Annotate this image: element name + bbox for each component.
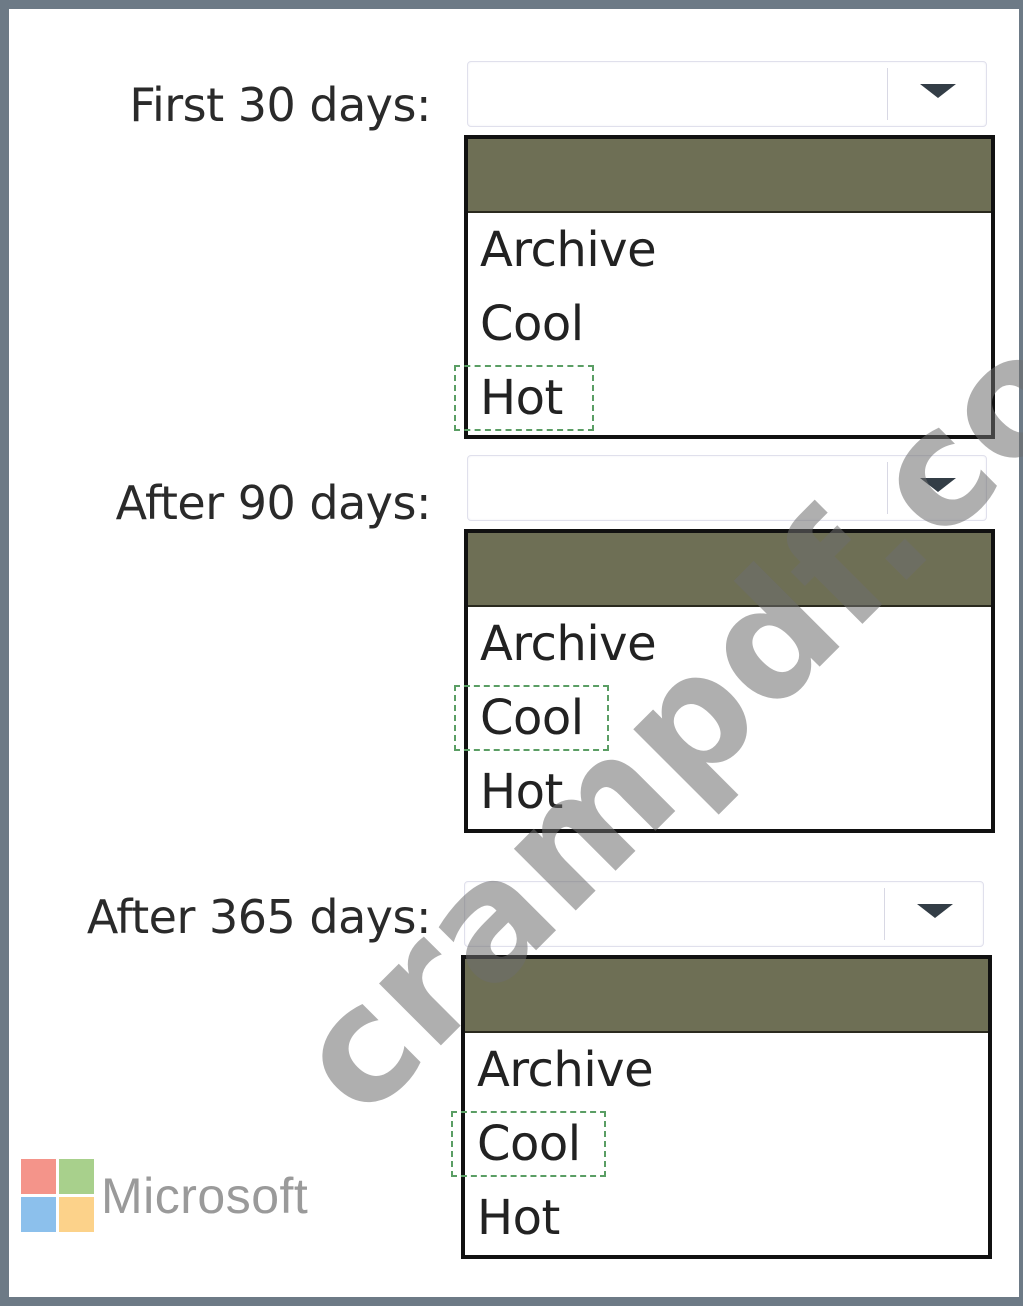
option-hot-highlighted[interactable]: Hot <box>454 361 991 435</box>
option-cool-highlighted[interactable]: Cool <box>454 681 991 755</box>
listbox-first-30-days: Archive Cool Hot <box>454 135 995 439</box>
option-hot[interactable]: Hot <box>468 755 991 829</box>
chevron-down-icon[interactable] <box>920 84 956 98</box>
option-cool[interactable]: Cool <box>468 287 991 361</box>
option-archive[interactable]: Archive <box>468 213 991 287</box>
microsoft-wordmark: Microsoft <box>101 1168 309 1224</box>
dropdown-after-365-days[interactable] <box>464 881 984 947</box>
option-archive[interactable]: Archive <box>465 1033 988 1107</box>
blank-option[interactable] <box>468 533 991 607</box>
dropdown-first-30-days[interactable] <box>467 61 987 127</box>
question-frame: First 30 days: Archive Cool Hot After 90… <box>0 0 1023 1306</box>
microsoft-logo-icon <box>21 1159 95 1233</box>
label-after-365-days: After 365 days: <box>86 890 432 944</box>
chevron-down-icon[interactable] <box>920 478 956 492</box>
label-first-30-days: First 30 days: <box>129 78 431 132</box>
chevron-down-icon[interactable] <box>917 904 953 918</box>
dropdown-separator <box>887 462 888 514</box>
dropdown-separator <box>884 888 885 940</box>
dropdown-after-90-days[interactable] <box>467 455 987 521</box>
blank-option[interactable] <box>465 959 988 1033</box>
listbox-after-90-days: Archive Cool Hot <box>454 529 995 833</box>
option-hot[interactable]: Hot <box>465 1181 988 1255</box>
listbox-after-365-days: Archive Cool Hot <box>451 955 992 1259</box>
dropdown-separator <box>887 68 888 120</box>
option-cool-highlighted[interactable]: Cool <box>451 1107 988 1181</box>
option-archive[interactable]: Archive <box>468 607 991 681</box>
label-after-90-days: After 90 days: <box>115 476 432 530</box>
blank-option[interactable] <box>468 139 991 213</box>
